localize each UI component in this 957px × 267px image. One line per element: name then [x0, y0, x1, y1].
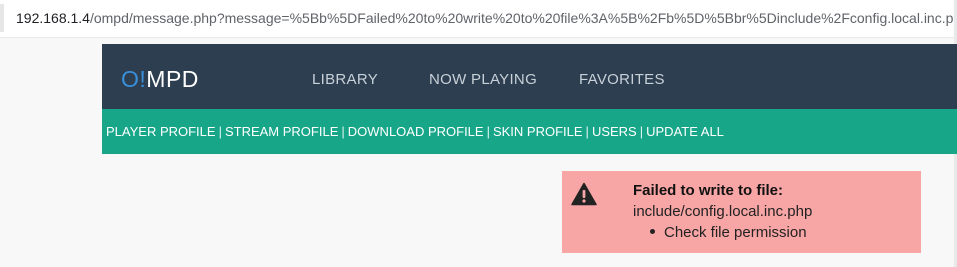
subnav-separator: |	[486, 124, 490, 139]
config-subnav: PLAYER PROFILE | STREAM PROFILE | DOWNLOAD P…	[102, 109, 957, 154]
warning-icon	[571, 182, 597, 206]
subnav-users[interactable]: USERS	[592, 124, 637, 139]
subnav-separator: |	[218, 124, 222, 139]
subnav-separator: |	[639, 124, 644, 139]
url-path: /ompd/message.php?message=%5Bb%5DFailed%…	[89, 10, 957, 26]
address-bar-edge	[0, 4, 4, 32]
logo-text: MPD	[146, 66, 199, 92]
top-navbar: O!MPD LIBRARY NOW PLAYING FAVORITES	[102, 44, 957, 109]
alert-title: Failed to write to file:	[633, 182, 784, 199]
alert-item-text: Check file permission	[664, 224, 807, 241]
subnav-update-all[interactable]: UPDATE ALL	[646, 124, 724, 139]
subnav-links: PLAYER PROFILE | STREAM PROFILE | DOWNLOAD P…	[106, 124, 724, 139]
alert-item: Check file permission	[650, 224, 807, 241]
logo-accent: O!	[121, 66, 147, 92]
bullet-icon	[650, 228, 655, 234]
address-bar[interactable]: 192.168.1.4/ompd/message.php?message=%5B…	[0, 0, 957, 38]
url-text[interactable]: 192.168.1.4/ompd/message.php?message=%5B…	[16, 10, 957, 26]
subnav-skin-profile[interactable]: SKIN PROFILE	[493, 124, 583, 139]
alert-file-path: include/config.local.inc.php	[633, 203, 813, 220]
subnav-stream-profile[interactable]: STREAM PROFILE	[225, 124, 338, 139]
url-host: 192.168.1.4	[16, 10, 90, 26]
app-logo[interactable]: O!MPD	[121, 66, 199, 92]
subnav-separator: |	[585, 124, 589, 139]
subnav-separator: |	[341, 124, 345, 139]
nav-favorites[interactable]: FAVORITES	[579, 71, 665, 88]
subnav-player-profile[interactable]: PLAYER PROFILE	[106, 124, 216, 139]
nav-now-playing[interactable]: NOW PLAYING	[429, 71, 537, 88]
nav-library[interactable]: LIBRARY	[312, 71, 378, 88]
subnav-download-profile[interactable]: DOWNLOAD PROFILE	[348, 124, 484, 139]
error-alert: Failed to write to file: include/config.…	[562, 171, 921, 253]
